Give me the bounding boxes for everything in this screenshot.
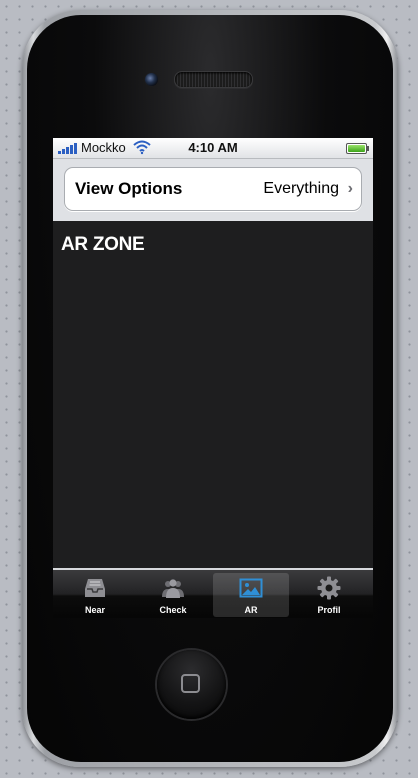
view-options-cell[interactable]: View Options Everything › [64,167,362,211]
home-square-icon [181,674,200,693]
gear-icon [317,576,341,600]
app-screen: Mockko 4:10 AM View Options Everything ›… [53,138,373,618]
status-bar: Mockko 4:10 AM [53,138,373,159]
chevron-right-icon: › [347,180,353,197]
battery-level-fill [348,145,365,152]
tab-label: AR [244,605,258,615]
earpiece-speaker [174,71,253,88]
tab-label: Profil [317,605,341,615]
battery-icon [346,143,369,154]
options-section: View Options Everything › [53,159,373,221]
tab-ar[interactable]: AR [213,573,289,617]
view-options-label: View Options [75,179,183,198]
front-camera [145,73,158,86]
home-button[interactable] [157,650,226,719]
tab-profil[interactable]: Profil [291,573,367,617]
tab-near[interactable]: Near [57,573,133,617]
tab-bar: Near Check AR Profil [53,568,373,618]
view-options-value: Everything [263,180,339,197]
inbox-tray-icon [85,579,105,597]
page-title: AR ZONE [61,234,145,255]
tab-label: Check [159,605,187,615]
picture-icon [239,578,263,598]
tab-label: Near [84,605,105,615]
status-time: 4:10 AM [188,140,238,155]
people-icon [162,579,184,598]
tab-check[interactable]: Check [135,573,211,617]
